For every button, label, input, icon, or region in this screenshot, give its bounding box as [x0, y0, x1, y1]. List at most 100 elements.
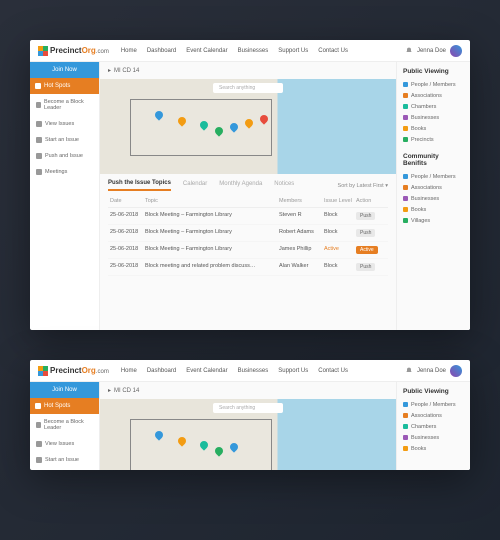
dot-icon	[403, 174, 408, 179]
table-row[interactable]: 25-06-2018Block Meeting – Farmington Lib…	[108, 225, 388, 242]
panel-item[interactable]: People / Members	[403, 399, 464, 410]
sidebar-item-start-issue[interactable]: Start an Issue	[30, 132, 99, 148]
panel-item[interactable]: People / Members	[403, 171, 464, 182]
table-row[interactable]: 25-06-2018Block Meeting – Farmington Lib…	[108, 242, 388, 259]
panel-item[interactable]: Businesses	[403, 193, 464, 204]
sidebar-item[interactable]: View Issues	[30, 436, 99, 452]
hot-spots-button[interactable]: Hot Spots	[30, 78, 99, 94]
map-pin[interactable]	[215, 447, 223, 457]
sidebar-item-push-issue[interactable]: Push and Issue	[30, 148, 99, 164]
tabs: Push the Issue Topics Calendar Monthly A…	[100, 174, 396, 191]
main-content: ▸MI CD 14 Search anything Push the Issue…	[100, 62, 396, 330]
right-panel: Public Viewing People / Members Associat…	[396, 382, 470, 470]
map-pin[interactable]	[245, 119, 253, 129]
nav-contact[interactable]: Contact Us	[318, 48, 348, 54]
nav-businesses[interactable]: Businesses	[238, 368, 269, 374]
nav-home[interactable]: Home	[121, 368, 137, 374]
nav-calendar[interactable]: Event Calendar	[186, 368, 227, 374]
logo[interactable]: PrecinctOrg.com	[38, 46, 109, 56]
map-pin[interactable]	[155, 111, 163, 121]
active-button[interactable]: Active	[356, 246, 378, 254]
map-pin[interactable]	[230, 443, 238, 453]
tab-push-issue[interactable]: Push the Issue Topics	[108, 180, 171, 191]
join-button[interactable]: Join Now	[30, 62, 99, 78]
nav-contact[interactable]: Contact Us	[318, 368, 348, 374]
sidebar-item[interactable]: Become a Block Leader	[30, 414, 99, 436]
panel-item[interactable]: Villages	[403, 215, 464, 226]
table-row[interactable]: 25-06-2018Block Meeting – Farmington Lib…	[108, 208, 388, 225]
nav-home[interactable]: Home	[121, 48, 137, 54]
map-pin[interactable]	[200, 441, 208, 451]
breadcrumb-district[interactable]: MI CD 14	[114, 68, 139, 74]
sidebar-item-meetings[interactable]: Meetings	[30, 164, 99, 180]
user-menu[interactable]: Jenna Doe	[405, 365, 462, 377]
app-window-duplicate: PrecinctOrg.com Home Dashboard Event Cal…	[30, 360, 470, 470]
map[interactable]: Search anything	[100, 79, 396, 174]
map-search-input[interactable]: Search anything	[213, 83, 283, 93]
dot-icon	[403, 126, 408, 131]
table-row[interactable]: 25-06-2018Block meeting and related prob…	[108, 259, 388, 276]
dot-icon	[403, 82, 408, 87]
map-pin[interactable]	[155, 431, 163, 441]
home-icon[interactable]: ▸	[108, 67, 111, 74]
eye-icon	[36, 441, 42, 447]
breadcrumb: ▸MI CD 14	[100, 382, 396, 399]
tab-notices[interactable]: Notices	[274, 181, 294, 190]
map-pin[interactable]	[178, 117, 186, 127]
nav-dashboard[interactable]: Dashboard	[147, 48, 176, 54]
nav-support[interactable]: Support Us	[278, 368, 308, 374]
panel-item[interactable]: Chambers	[403, 101, 464, 112]
calendar-icon	[36, 169, 42, 175]
join-button[interactable]: Join Now	[30, 382, 99, 398]
eye-icon	[36, 121, 42, 127]
logo-text: PrecinctOrg.com	[50, 366, 109, 375]
nav-calendar[interactable]: Event Calendar	[186, 48, 227, 54]
nav-support[interactable]: Support Us	[278, 48, 308, 54]
dot-icon	[403, 446, 408, 451]
flame-icon	[35, 83, 41, 89]
map-search-input[interactable]: Search anything	[213, 403, 283, 413]
push-button[interactable]: Push	[356, 229, 375, 237]
sidebar-item[interactable]: Start an Issue	[30, 452, 99, 468]
panel-item[interactable]: Businesses	[403, 432, 464, 443]
push-button[interactable]: Push	[356, 263, 375, 271]
logo[interactable]: PrecinctOrg.com	[38, 366, 109, 376]
sidebar-item-block-leader[interactable]: Become a Block Leader	[30, 94, 99, 116]
map-pin[interactable]	[215, 127, 223, 137]
panel-title-public: Public Viewing	[403, 68, 464, 75]
body: Join Now Hot Spots Become a Block Leader…	[30, 382, 470, 470]
tab-agenda[interactable]: Monthly Agenda	[219, 181, 262, 190]
logo-text: PrecinctOrg.com	[50, 46, 109, 55]
body: Join Now Hot Spots Become a Block Leader…	[30, 62, 470, 330]
hot-spots-button[interactable]: Hot Spots	[30, 398, 99, 414]
dot-icon	[403, 115, 408, 120]
panel-item[interactable]: Associations	[403, 410, 464, 421]
panel-item[interactable]: Associations	[403, 182, 464, 193]
sidebar-item[interactable]: Push and Issue	[30, 468, 99, 470]
panel-item[interactable]: Chambers	[403, 421, 464, 432]
map-pin[interactable]	[200, 121, 208, 131]
tab-calendar[interactable]: Calendar	[183, 181, 207, 190]
panel-item[interactable]: Precincts	[403, 134, 464, 145]
nav-dashboard[interactable]: Dashboard	[147, 368, 176, 374]
nav-businesses[interactable]: Businesses	[238, 48, 269, 54]
dot-icon	[403, 196, 408, 201]
panel-item[interactable]: Books	[403, 123, 464, 134]
header: PrecinctOrg.com Home Dashboard Event Cal…	[30, 40, 470, 62]
map-pin[interactable]	[178, 437, 186, 447]
top-nav: Home Dashboard Event Calendar Businesses…	[121, 368, 405, 374]
user-menu[interactable]: Jenna Doe	[405, 45, 462, 57]
map-pin[interactable]	[260, 115, 268, 125]
sidebar-item-view-issues[interactable]: View Issues	[30, 116, 99, 132]
map-pin[interactable]	[230, 123, 238, 133]
panel-item[interactable]: Books	[403, 443, 464, 454]
map[interactable]: Search anything	[100, 399, 396, 470]
flame-icon	[35, 403, 41, 409]
panel-item[interactable]: People / Members	[403, 79, 464, 90]
panel-item[interactable]: Businesses	[403, 112, 464, 123]
avatar	[450, 45, 462, 57]
push-button[interactable]: Push	[356, 212, 375, 220]
panel-item[interactable]: Associations	[403, 90, 464, 101]
sort-dropdown[interactable]: Sort by Latest First ▾	[338, 183, 388, 189]
panel-item[interactable]: Books	[403, 204, 464, 215]
